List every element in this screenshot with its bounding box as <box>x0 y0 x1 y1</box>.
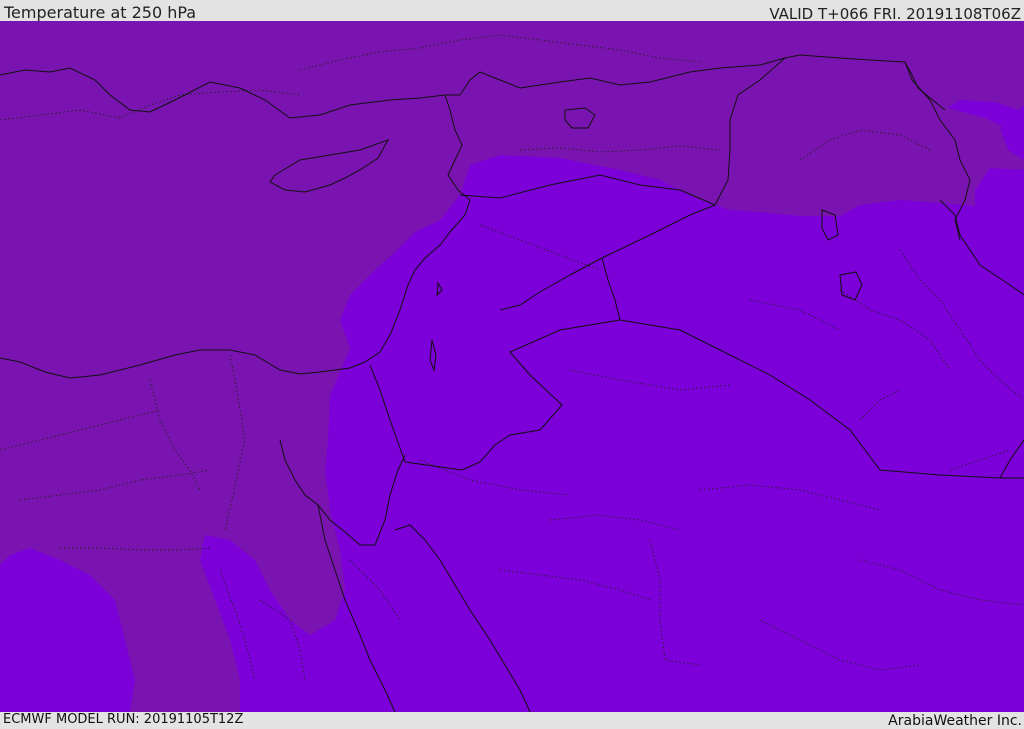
map-canvas <box>0 21 1024 712</box>
model-run-label: ECMWF MODEL RUN: 20191105T12Z <box>3 712 244 727</box>
credit-label: ArabiaWeather Inc. <box>888 713 1022 729</box>
header-bar: Temperature at 250 hPa VALID T+066 FRI. … <box>0 0 1024 23</box>
map-title: Temperature at 250 hPa <box>4 3 197 22</box>
weather-map <box>0 21 1024 712</box>
footer-bar: ECMWF MODEL RUN: 20191105T12Z ArabiaWeat… <box>0 712 1024 729</box>
